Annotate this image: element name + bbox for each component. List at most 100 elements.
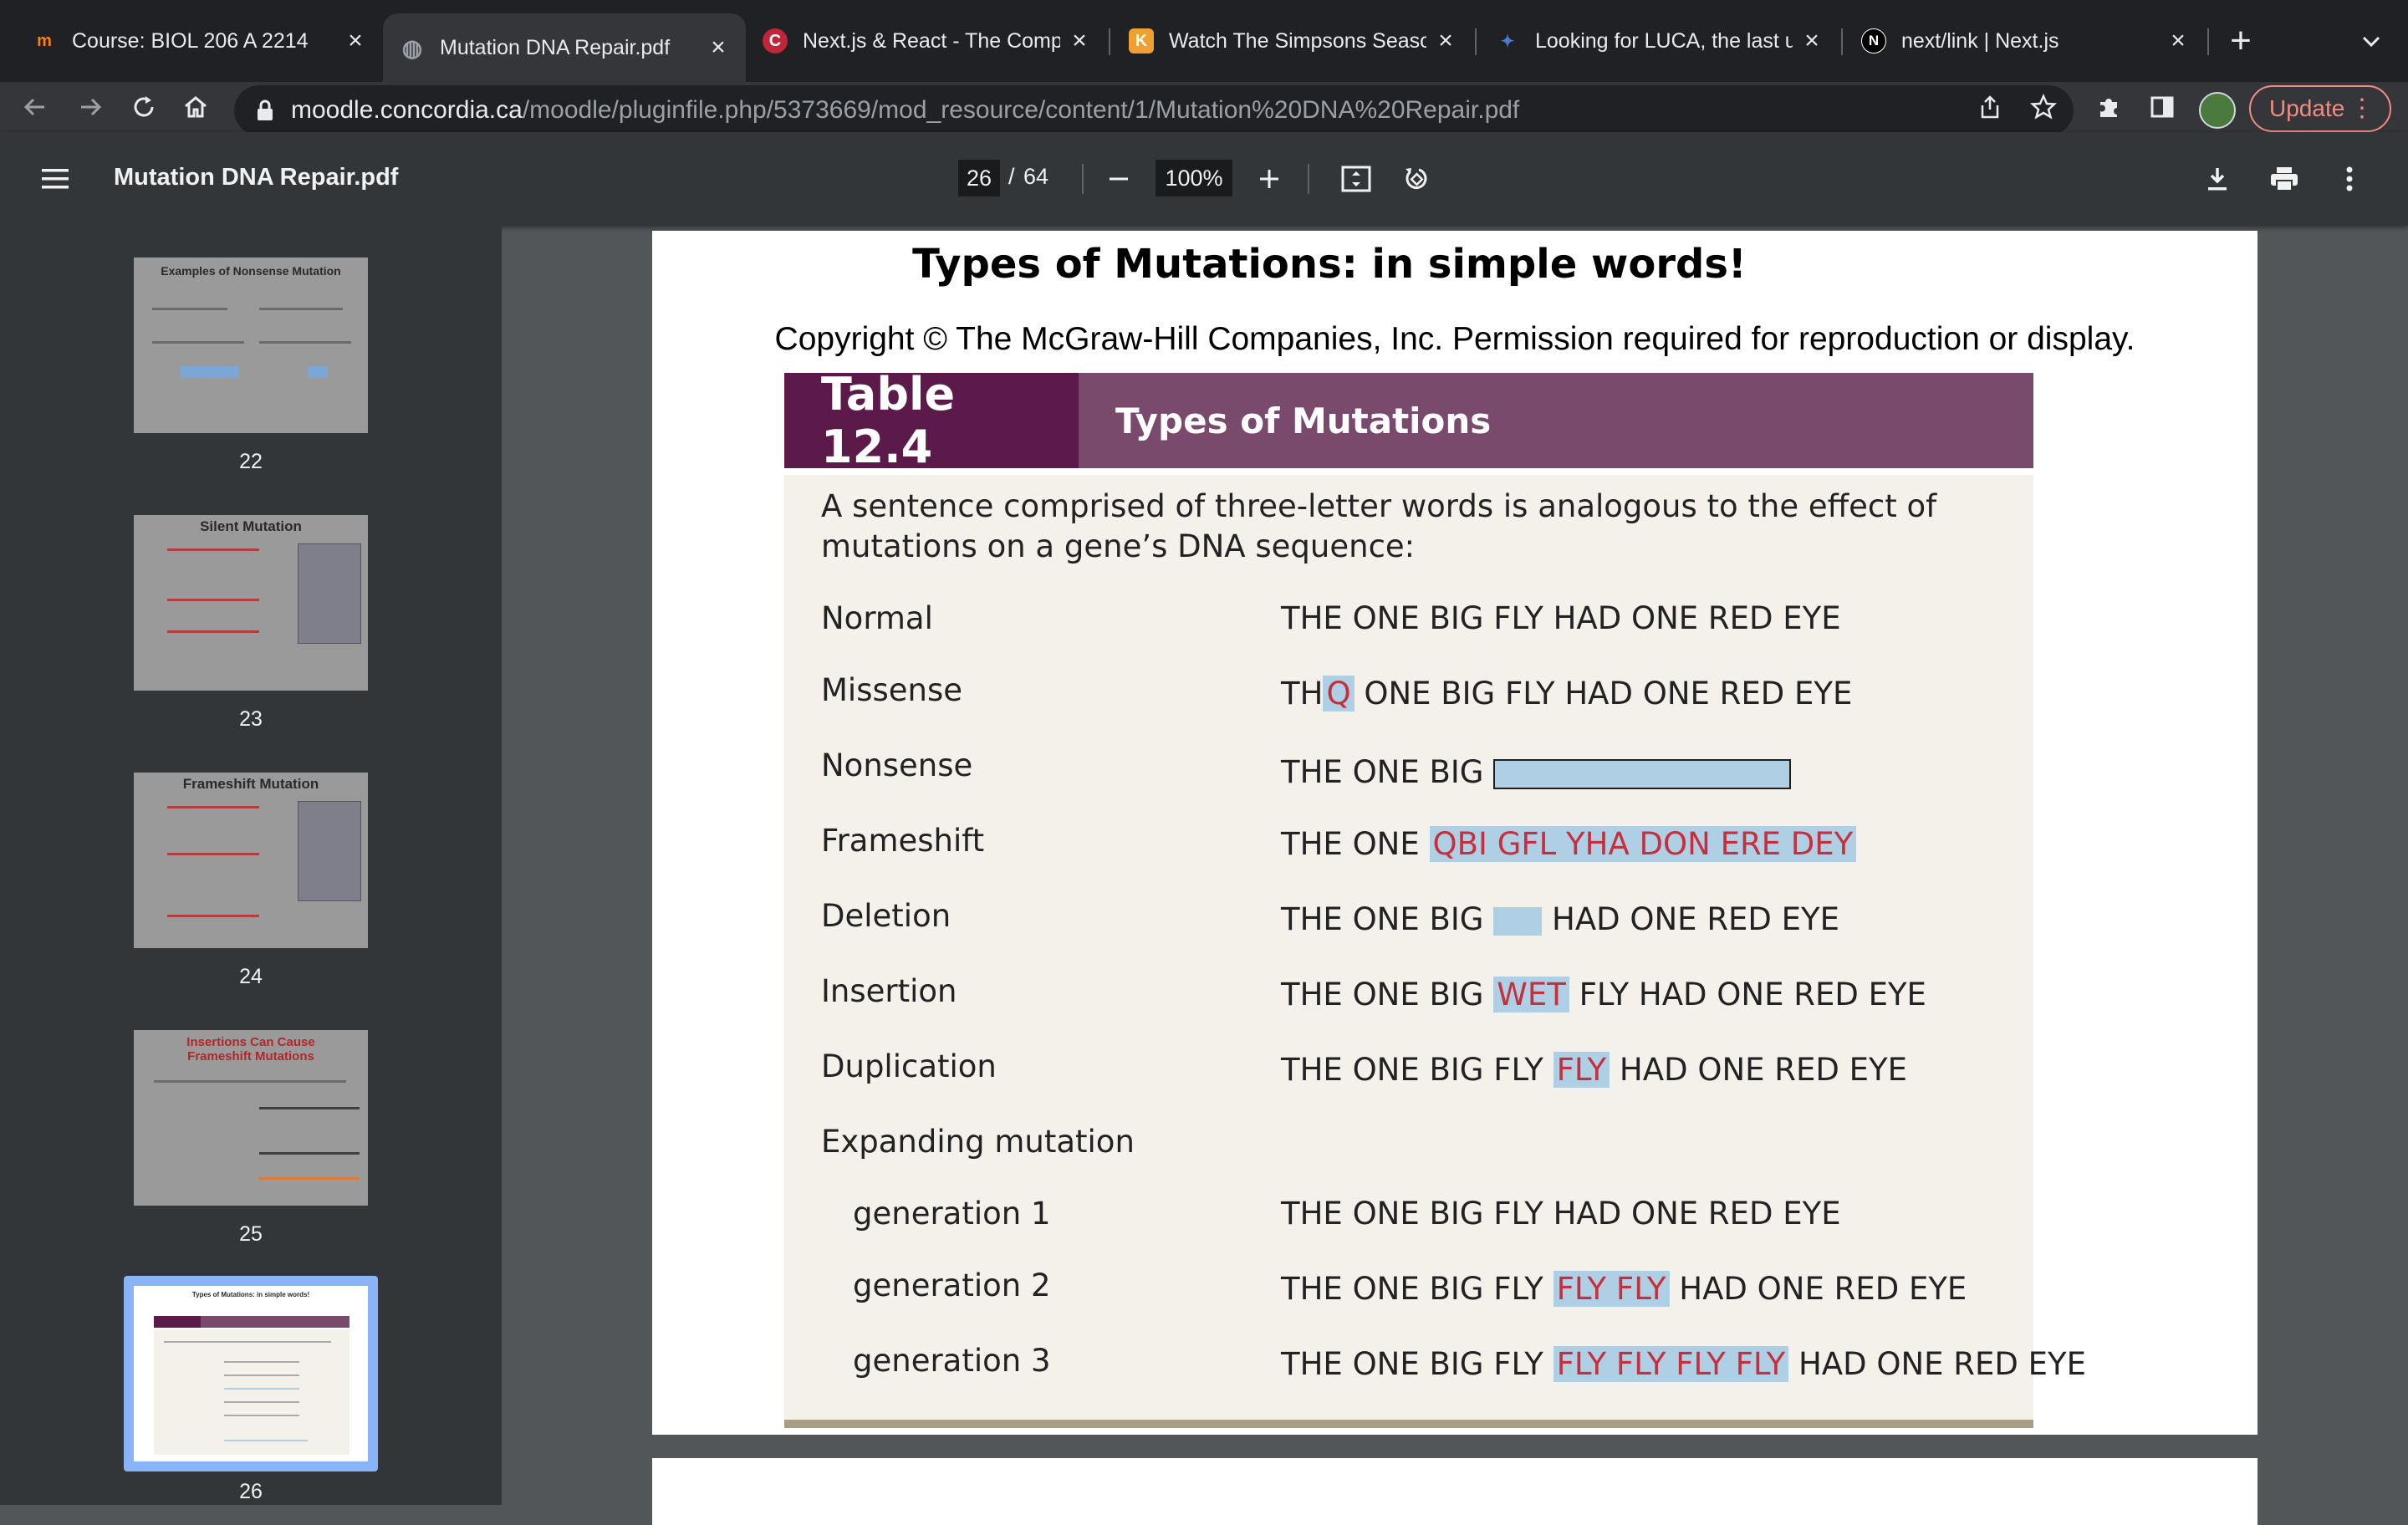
fit-page-button[interactable] [1334, 157, 1378, 201]
tab-title: Next.js & React - The Comp [803, 28, 1060, 53]
chevron-down-icon [2362, 36, 2380, 48]
tab-course[interactable]: m Course: BIOL 206 A 2214 × [15, 13, 383, 69]
thumbnail-page-25[interactable]: Insertions Can Cause Frameshift Mutation… [134, 1030, 368, 1206]
table-header: Table 12.4 Types of Mutations [784, 368, 2033, 473]
pdf-next-page [652, 1458, 2258, 1525]
close-icon[interactable]: × [706, 33, 731, 61]
menu-icon [42, 169, 69, 189]
row-label-missense: Missense [821, 672, 963, 708]
close-icon[interactable]: × [1433, 27, 1458, 54]
url-host: moodle.concordia.ca [291, 96, 523, 124]
row-label-generation-2: generation 2 [853, 1267, 1051, 1303]
thumbnail-sidebar: Examples of Nonsense Mutation 22 Silent … [0, 226, 502, 1505]
tab-luca[interactable]: ✦ Looking for LUCA, the last u × [1478, 13, 1839, 69]
seq-text: HAD ONE RED EYE [1610, 1052, 1907, 1088]
row-seq-deletion: THE ONE BIG HAD ONE RED EYE [1281, 901, 1839, 937]
seq-text: THE ONE BIG FLY [1281, 1052, 1553, 1088]
seq-text: HAD ONE RED EYE [1788, 1346, 2086, 1382]
profile-avatar[interactable] [2199, 92, 2236, 129]
seq-text: THE ONE BIG FLY [1281, 1346, 1553, 1382]
pdf-toolbar: Mutation DNA Repair.pdf 26 / 64 100% [0, 132, 2408, 226]
mutation-highlight: FLY FLY [1553, 1271, 1670, 1307]
thumbnail-number: 25 [239, 1222, 263, 1246]
tab-title: next/link | Next.js [1901, 28, 2059, 53]
share-button[interactable] [1970, 87, 2010, 127]
zoom-out-button[interactable] [1097, 157, 1140, 201]
home-button[interactable] [176, 87, 216, 127]
seq-text: TH [1281, 676, 1324, 711]
thumbnail-title: Insertions Can Cause Frameshift Mutation… [186, 1035, 315, 1063]
rotate-button[interactable] [1395, 157, 1438, 201]
row-seq-normal: THE ONE BIG FLY HAD ONE RED EYE [1281, 600, 1841, 636]
thumbnail-title: Examples of Nonsense Mutation [161, 264, 341, 278]
moodle-icon: m [37, 31, 52, 50]
seq-text: HAD ONE RED EYE [1669, 1271, 1967, 1307]
side-panel-button[interactable] [2142, 87, 2182, 127]
seq-text: FLY HAD ONE RED EYE [1569, 977, 1926, 1012]
tab-separator [2207, 28, 2209, 55]
deletion-gap [1493, 906, 1543, 936]
close-icon[interactable]: × [1067, 27, 1092, 54]
seq-text: THE ONE BIG [1281, 901, 1494, 937]
home-icon [185, 96, 207, 118]
thumbnail-page-22[interactable]: Examples of Nonsense Mutation [134, 258, 368, 433]
tab-mutation-pdf[interactable]: ◍ Mutation DNA Repair.pdf × [383, 13, 746, 82]
page-separator: / [1008, 164, 1015, 189]
new-tab-button[interactable]: + [2224, 20, 2258, 62]
more-options-button[interactable] [2328, 157, 2371, 201]
seq-text: THE ONE BIG FLY [1281, 1271, 1553, 1307]
table-intro: A sentence comprised of three-letter wor… [821, 488, 1937, 564]
row-seq-generation-2: THE ONE BIG FLY FLY FLY HAD ONE RED EYE [1281, 1271, 1967, 1307]
close-icon[interactable]: × [2166, 27, 2191, 54]
row-label-normal: Normal [821, 600, 933, 636]
puzzle-icon [2100, 99, 2117, 117]
lock-icon [258, 99, 273, 120]
print-button[interactable] [2263, 157, 2306, 201]
tab-search-button[interactable] [2356, 23, 2386, 60]
tab-strip: m Course: BIOL 206 A 2214 × ◍ Mutation D… [0, 0, 2408, 82]
row-seq-missense: TH Q ONE BIG FLY HAD ONE RED EYE [1281, 676, 1852, 711]
tab-simpsons[interactable]: K Watch The Simpsons Seaso × [1112, 13, 1473, 69]
tab-title: Looking for LUCA, the last u [1535, 28, 1793, 53]
tab-nextjs-course[interactable]: C Next.js & React - The Comp × [746, 13, 1107, 69]
sidebar-menu-button[interactable] [33, 157, 77, 201]
browser-toolbar: moodle.concordia.ca/moodle/pluginfile.ph… [0, 82, 2408, 135]
download-button[interactable] [2196, 157, 2239, 201]
thumbnail-title: Frameshift Mutation [182, 776, 319, 792]
close-icon[interactable]: × [343, 27, 368, 54]
update-button[interactable]: Update ⋮ [2249, 85, 2391, 132]
course-icon: C [763, 28, 788, 54]
back-button[interactable] [15, 87, 55, 127]
side-panel-icon [2150, 96, 2174, 118]
mutation-highlight: FLY [1553, 1052, 1610, 1088]
row-seq-generation-3: THE ONE BIG FLY FLY FLY FLY FLY HAD ONE … [1281, 1346, 2086, 1382]
thumbnail-page-23[interactable]: Silent Mutation [134, 515, 368, 691]
table-footer-rule [784, 1420, 2033, 1428]
download-icon [2208, 168, 2227, 191]
seq-text: ONE BIG FLY HAD ONE RED EYE [1354, 676, 1853, 711]
thumbnail-page-24[interactable]: Frameshift Mutation [134, 773, 368, 948]
row-label-insertion: Insertion [821, 973, 957, 1009]
address-bar[interactable]: moodle.concordia.ca/moodle/pluginfile.ph… [234, 85, 2074, 135]
rotate-icon [1406, 168, 1427, 190]
tab-separator [1841, 28, 1843, 55]
mutation-highlight: QBI GFL YHA DON ERE DEY [1429, 826, 1857, 862]
extensions-button[interactable] [2089, 87, 2129, 127]
tab-title: Mutation DNA Repair.pdf [440, 35, 671, 59]
zoom-input[interactable]: 100% [1156, 160, 1232, 196]
bookmark-button[interactable] [2023, 87, 2064, 127]
thumbnail-page-26[interactable]: Types of Mutations: in simple words! [134, 1286, 368, 1461]
fit-to-page-icon [1341, 166, 1371, 192]
tab-next-link[interactable]: N next/link | Next.js × [1844, 13, 2206, 69]
reload-icon [134, 96, 154, 117]
close-icon[interactable]: × [1799, 27, 1824, 54]
reload-button[interactable] [124, 87, 164, 127]
forward-button[interactable] [70, 87, 110, 127]
thumbnail-number: 22 [239, 450, 263, 473]
tab-separator [1109, 28, 1110, 55]
zoom-in-button[interactable] [1247, 157, 1291, 201]
thumbnail-number: 23 [239, 707, 263, 731]
page-number-input[interactable]: 26 [958, 160, 1000, 196]
seq-text: THE ONE [1281, 826, 1430, 862]
toolbar-divider [1308, 164, 1309, 194]
